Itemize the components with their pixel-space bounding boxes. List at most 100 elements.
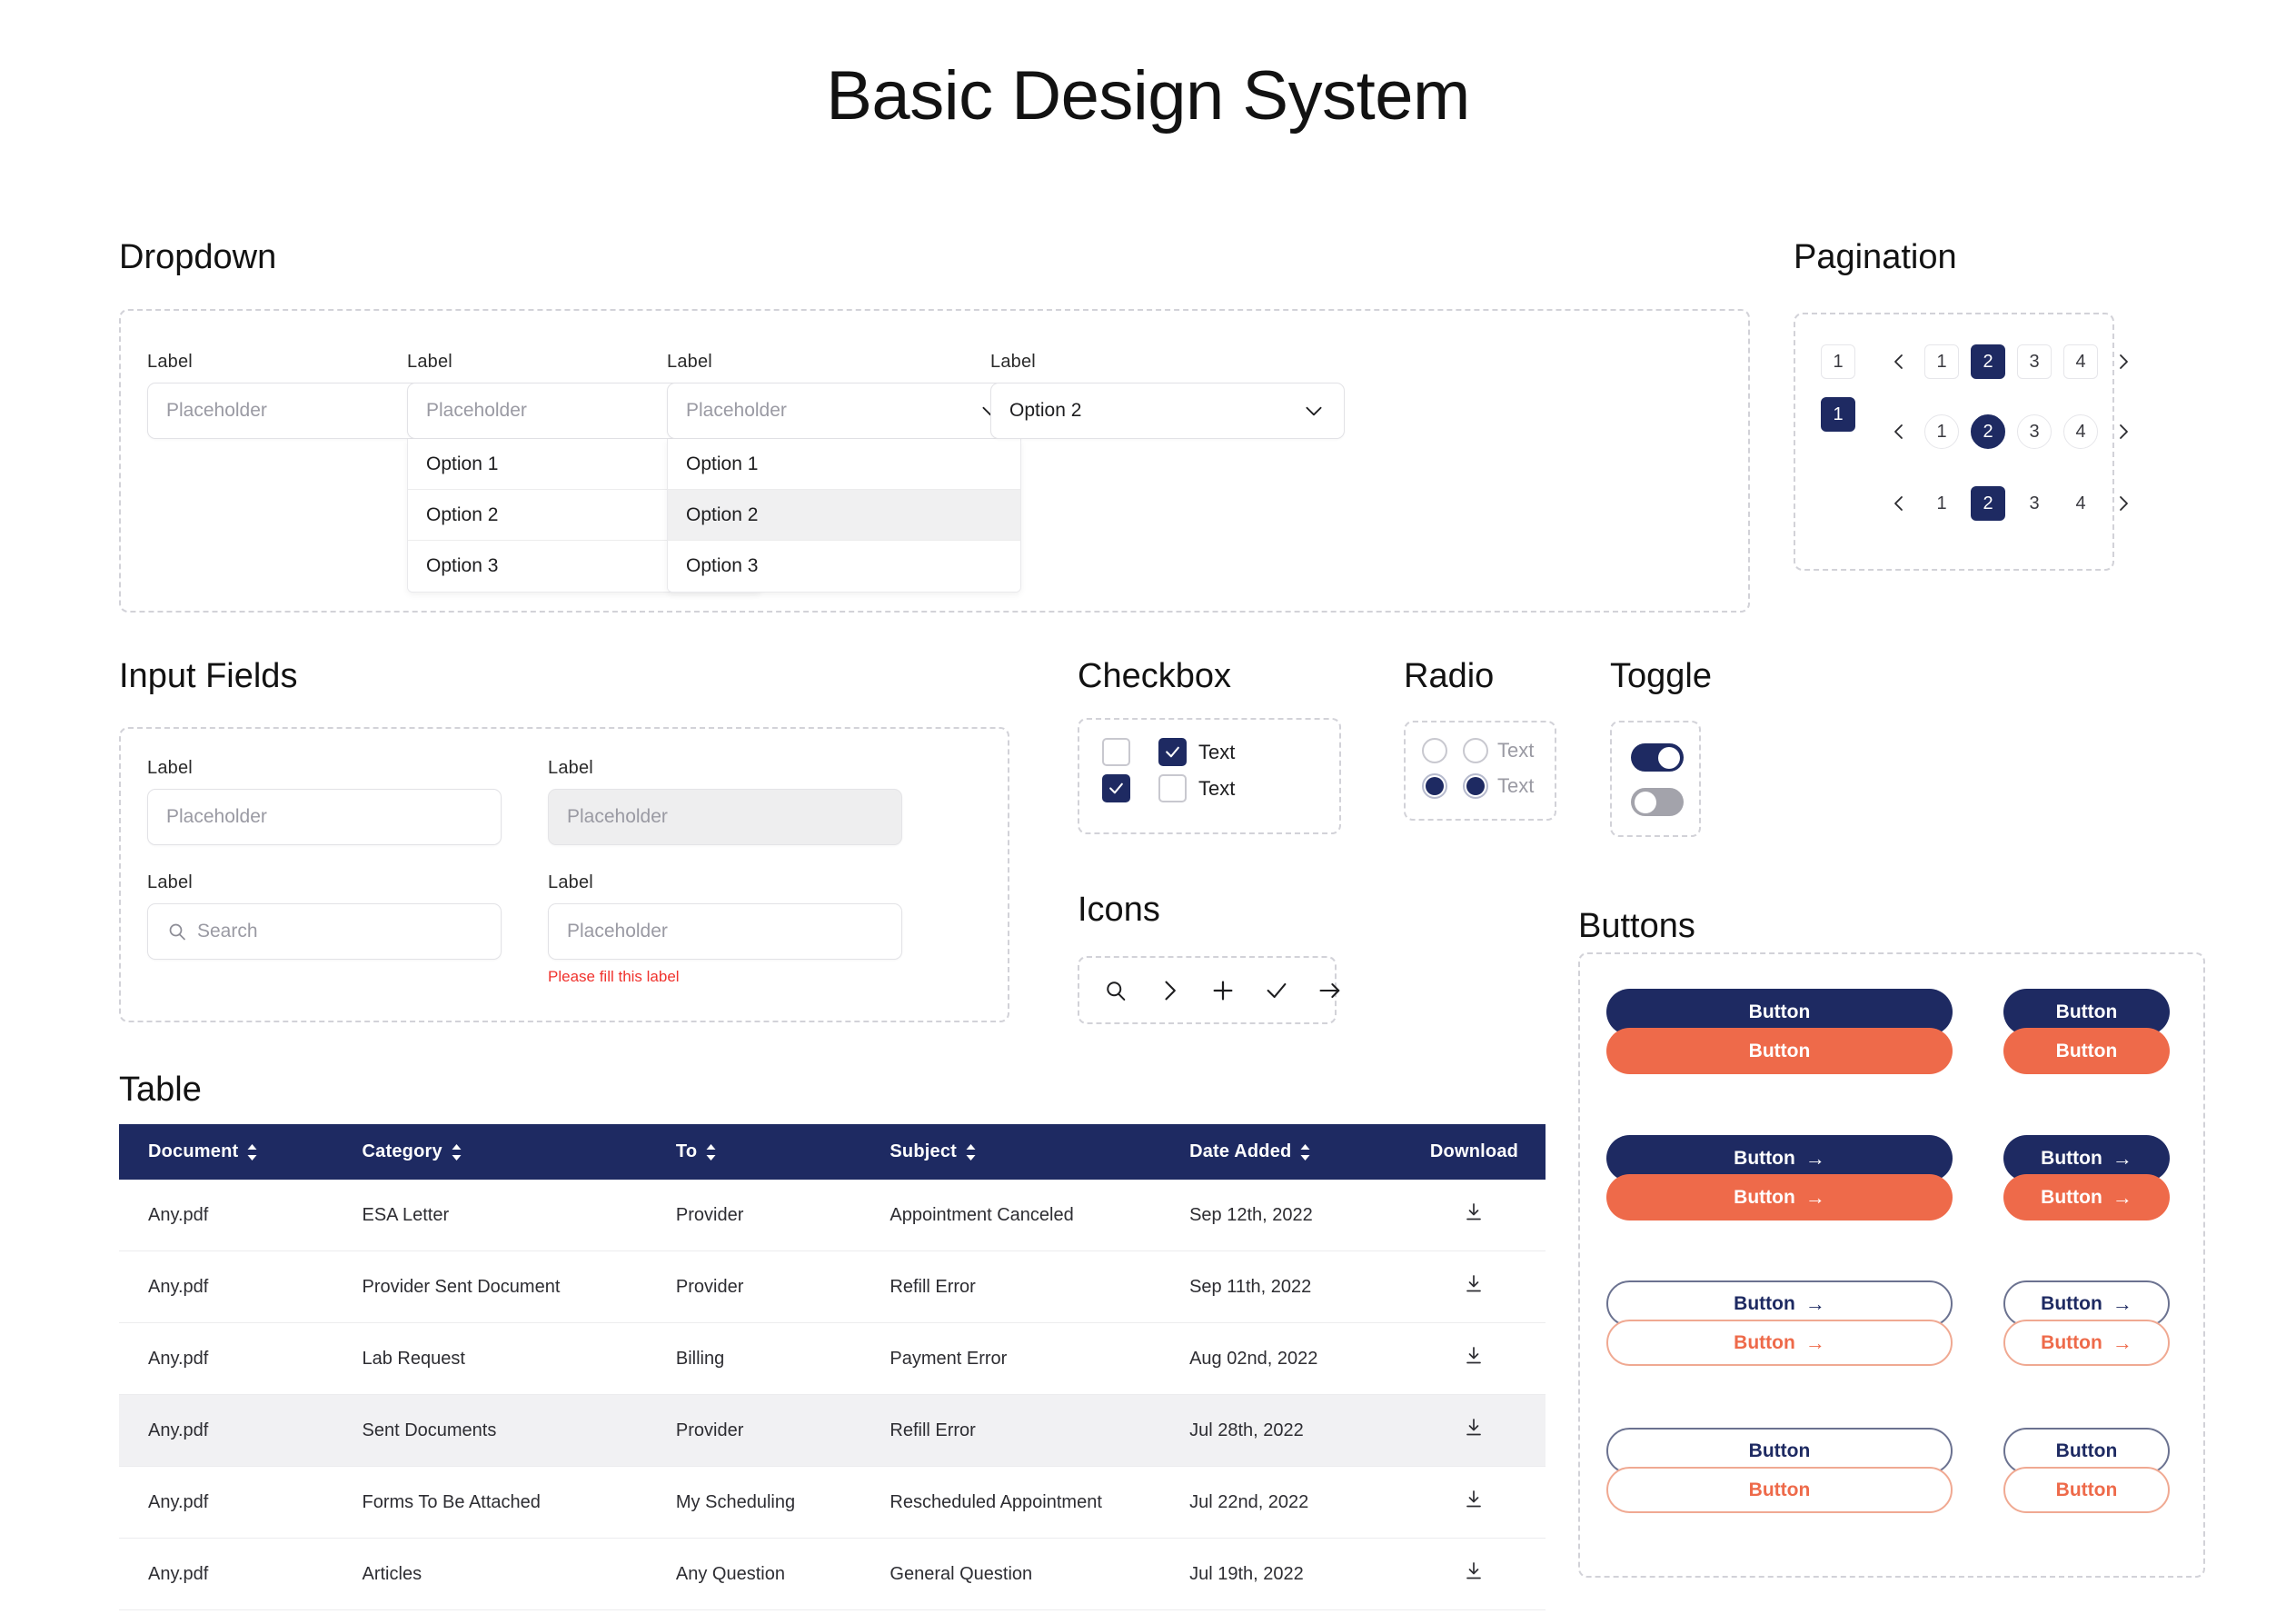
table-row[interactable]: Any.pdfLab RequestBillingPayment ErrorAu… bbox=[119, 1323, 1546, 1395]
sort-icon[interactable] bbox=[957, 1141, 977, 1161]
chevron-down-icon[interactable] bbox=[1302, 399, 1326, 423]
pagination-page-3[interactable]: 3 bbox=[2017, 414, 2052, 449]
checkbox-with-label[interactable]: Text bbox=[1158, 774, 1235, 802]
button-orange[interactable]: Button bbox=[2003, 1028, 2170, 1074]
checkbox-with-label[interactable]: Text bbox=[1158, 738, 1235, 766]
table-header-date-added[interactable]: Date Added bbox=[1160, 1124, 1403, 1180]
pagination-next-icon[interactable] bbox=[2110, 351, 2137, 373]
checkbox-row-1: Text bbox=[1102, 738, 1235, 766]
toggle-switch-on[interactable] bbox=[1631, 743, 1684, 772]
sort-icon[interactable] bbox=[1291, 1141, 1311, 1161]
arrow-right-icon[interactable] bbox=[1317, 977, 1343, 1004]
cell-subject: General Question bbox=[860, 1610, 1160, 1624]
pagination-prev-icon[interactable] bbox=[1885, 493, 1913, 514]
checkbox-input[interactable] bbox=[1158, 774, 1187, 802]
download-icon[interactable] bbox=[1403, 1323, 1546, 1395]
button-orange-arrow[interactable]: Button→ bbox=[2003, 1174, 2170, 1220]
pagination-sample-active[interactable]: 1 bbox=[1821, 397, 1855, 432]
dropdown-option-2[interactable]: Option 2 bbox=[668, 490, 1020, 541]
button-outline-orange-arrow[interactable]: Button→ bbox=[2003, 1320, 2170, 1366]
sort-icon[interactable] bbox=[697, 1141, 717, 1161]
text-input[interactable]: Search bbox=[147, 903, 502, 960]
pagination-page-3[interactable]: 3 bbox=[2017, 344, 2052, 379]
table-row[interactable]: Any.pdfArticlesAny QuestionGeneral Quest… bbox=[119, 1539, 1546, 1610]
table-row[interactable]: Any.pdfForms To Be AttachedMy Scheduling… bbox=[119, 1467, 1546, 1539]
button-outline-orange-arrow[interactable]: Button→ bbox=[1606, 1320, 1953, 1366]
table-row[interactable]: Any.pdfArticlesAny QuestionGeneral Quest… bbox=[119, 1610, 1546, 1624]
button-label: Button bbox=[1734, 1187, 1795, 1209]
pagination-page-3[interactable]: 3 bbox=[2017, 486, 2052, 521]
button-orange[interactable]: Button bbox=[1606, 1028, 1953, 1074]
column-label: Date Added bbox=[1189, 1141, 1291, 1161]
arrow-right-icon: → bbox=[2112, 1292, 2132, 1316]
checkbox-standalone[interactable] bbox=[1102, 774, 1130, 802]
pagination-prev-icon[interactable] bbox=[1885, 421, 1913, 443]
table-header-to[interactable]: To bbox=[647, 1124, 861, 1180]
download-icon[interactable] bbox=[1403, 1180, 1546, 1251]
radio-standalone[interactable] bbox=[1422, 773, 1447, 799]
download-icon[interactable] bbox=[1403, 1467, 1546, 1539]
table-row[interactable]: Any.pdfESA LetterProviderAppointment Can… bbox=[119, 1180, 1546, 1251]
dropdown-value: Option 2 bbox=[1009, 400, 1302, 422]
pagination-page-2[interactable]: 2 bbox=[1971, 486, 2005, 521]
button-label: Button bbox=[2041, 1293, 2102, 1315]
checkbox-standalone[interactable] bbox=[1102, 738, 1130, 766]
sort-icon[interactable] bbox=[238, 1141, 258, 1161]
download-icon[interactable] bbox=[1403, 1539, 1546, 1610]
pagination-prev-icon[interactable] bbox=[1885, 351, 1913, 373]
pagination-page-4[interactable]: 4 bbox=[2063, 414, 2098, 449]
pagination-next-icon[interactable] bbox=[2110, 421, 2137, 443]
button-outline-orange[interactable]: Button bbox=[1606, 1467, 1953, 1513]
pagination-page-1[interactable]: 1 bbox=[1924, 344, 1959, 379]
text-input[interactable]: Placeholder bbox=[147, 789, 502, 845]
cell-document: Any.pdf bbox=[119, 1539, 333, 1610]
pagination-page-1[interactable]: 1 bbox=[1924, 414, 1959, 449]
button-label: Button bbox=[1749, 1001, 1811, 1023]
dropdown-option-3[interactable]: Option 3 bbox=[668, 541, 1020, 592]
radio-row-2: Text bbox=[1422, 773, 1534, 799]
dropdown-trigger[interactable]: Placeholder bbox=[667, 383, 1021, 439]
column-label: To bbox=[676, 1141, 697, 1161]
table-header-category[interactable]: Category bbox=[333, 1124, 647, 1180]
dropdown-trigger[interactable]: Option 2 bbox=[990, 383, 1345, 439]
checkbox-input[interactable] bbox=[1158, 738, 1187, 766]
radio-with-label[interactable]: Text bbox=[1463, 773, 1534, 799]
radio-standalone[interactable] bbox=[1422, 738, 1447, 763]
radio-with-label[interactable]: Text bbox=[1463, 738, 1534, 763]
table-header-document[interactable]: Document bbox=[119, 1124, 333, 1180]
sort-icon[interactable] bbox=[442, 1141, 462, 1161]
download-icon[interactable] bbox=[1403, 1395, 1546, 1467]
cell-to: Any Question bbox=[647, 1539, 861, 1610]
button-outline-orange[interactable]: Button bbox=[2003, 1467, 2170, 1513]
icon-row bbox=[1079, 958, 1335, 1022]
download-icon[interactable] bbox=[1403, 1610, 1546, 1624]
check-icon[interactable] bbox=[1264, 977, 1289, 1004]
dropdown-option-1[interactable]: Option 1 bbox=[668, 439, 1020, 490]
radio-input[interactable] bbox=[1463, 738, 1488, 763]
pagination-next-icon[interactable] bbox=[2110, 493, 2137, 514]
download-icon[interactable] bbox=[1403, 1251, 1546, 1323]
pagination-sample-default[interactable]: 1 bbox=[1821, 344, 1855, 379]
section-title-dropdown: Dropdown bbox=[119, 238, 276, 277]
pagination-page-1[interactable]: 1 bbox=[1924, 486, 1959, 521]
pagination-page-4[interactable]: 4 bbox=[2063, 486, 2098, 521]
input-label: Label bbox=[548, 758, 902, 779]
search-icon[interactable] bbox=[1103, 977, 1128, 1004]
radio-input[interactable] bbox=[1463, 773, 1488, 799]
pagination-page-2[interactable]: 2 bbox=[1971, 414, 2005, 449]
table-header-subject[interactable]: Subject bbox=[860, 1124, 1160, 1180]
toggle-switch-off[interactable] bbox=[1631, 788, 1684, 816]
pagination-page-2[interactable]: 2 bbox=[1971, 344, 2005, 379]
button-label: Button bbox=[2041, 1148, 2102, 1170]
toggle-knob bbox=[1658, 747, 1680, 769]
toggle-showcase bbox=[1610, 721, 1701, 837]
arrow-right-icon: → bbox=[1805, 1331, 1825, 1355]
pagination-page-4[interactable]: 4 bbox=[2063, 344, 2098, 379]
cell-document: Any.pdf bbox=[119, 1610, 333, 1624]
chevron-right-icon[interactable] bbox=[1157, 977, 1182, 1004]
text-input[interactable]: Placeholder bbox=[548, 903, 902, 960]
table-row[interactable]: Any.pdfSent DocumentsProviderRefill Erro… bbox=[119, 1395, 1546, 1467]
button-orange-arrow[interactable]: Button→ bbox=[1606, 1174, 1953, 1220]
plus-icon[interactable] bbox=[1210, 977, 1236, 1004]
table-row[interactable]: Any.pdfProvider Sent DocumentProviderRef… bbox=[119, 1251, 1546, 1323]
